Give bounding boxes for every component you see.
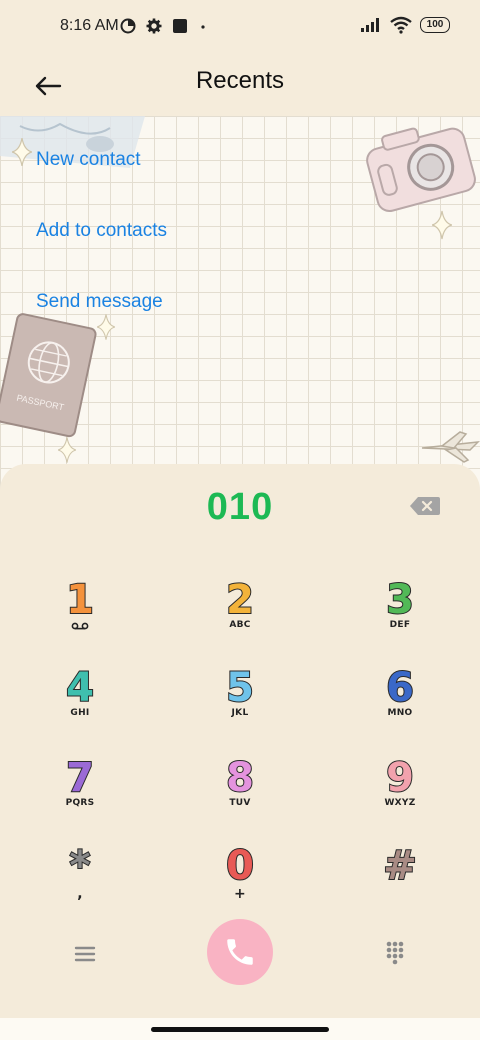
- key-letters: ,: [77, 886, 83, 902]
- key-digit: 0: [225, 843, 255, 889]
- airplane-decoration: [421, 431, 480, 463]
- key-digit: *: [69, 843, 92, 889]
- key-9[interactable]: 9 WXYZ: [345, 755, 455, 836]
- camera-decoration: [366, 127, 476, 213]
- phone-icon: [227, 939, 253, 965]
- battery-level: 100: [426, 19, 444, 30]
- key-digit: 2: [225, 577, 255, 623]
- key-letters: GHI: [70, 708, 90, 718]
- key-letters: +: [233, 886, 247, 902]
- key-letters: JKL: [231, 708, 249, 718]
- status-time: 8:16 AM: [60, 17, 119, 34]
- key-letters: PQRS: [65, 798, 95, 808]
- navigation-area: [0, 1018, 480, 1040]
- add-to-contacts-link[interactable]: Add to contacts: [36, 220, 167, 242]
- sparkle-decoration: [432, 210, 452, 240]
- key-letters: TUV: [229, 798, 251, 808]
- passport-decoration: PASSPORT: [0, 313, 97, 438]
- square-notification-icon: [173, 19, 187, 33]
- key-pound[interactable]: #: [345, 843, 455, 924]
- sparkle-decoration: [12, 138, 32, 166]
- sparkle-decoration: [97, 314, 115, 340]
- key-letters: ABC: [229, 620, 251, 630]
- key-0[interactable]: 0 +: [185, 843, 295, 924]
- key-6[interactable]: 6 MNO: [345, 665, 455, 746]
- key-digit: 8: [225, 755, 255, 801]
- dialpad-icon[interactable]: [378, 939, 412, 969]
- key-1[interactable]: 1: [25, 577, 135, 658]
- page-title: Recents: [195, 67, 285, 94]
- key-digit: 9: [385, 755, 415, 801]
- sparkle-decoration: [58, 437, 76, 463]
- key-3[interactable]: 3 DEF: [345, 577, 455, 658]
- dialed-number: 010: [206, 486, 274, 528]
- key-star[interactable]: *,: [25, 843, 135, 924]
- key-digit: 6: [385, 665, 415, 711]
- key-8[interactable]: 8 TUV: [185, 755, 295, 836]
- key-4[interactable]: 4 GHI: [25, 665, 135, 746]
- signal-icon: [361, 18, 379, 32]
- call-button[interactable]: [207, 919, 273, 985]
- status-notification-icons: [120, 18, 208, 34]
- dot-icon: [201, 25, 205, 29]
- settings-icon: [146, 18, 162, 34]
- key-5[interactable]: 5 JKL: [185, 665, 295, 746]
- status-system-icons: 100: [360, 16, 450, 34]
- voicemail-icon: [71, 622, 89, 630]
- key-digit: 5: [225, 665, 255, 711]
- key-digit: 7: [65, 755, 95, 801]
- key-digit: 1: [65, 577, 95, 623]
- key-7[interactable]: 7 PQRS: [25, 755, 135, 836]
- key-letters: DEF: [389, 620, 411, 630]
- backspace-icon[interactable]: [410, 496, 440, 516]
- key-digit: 4: [65, 665, 95, 711]
- dialer-bottom-bar: [0, 919, 480, 989]
- send-message-link[interactable]: Send message: [36, 291, 163, 313]
- key-letters: MNO: [387, 708, 413, 718]
- key-digit: 3: [385, 577, 415, 623]
- app-header: Recents: [0, 56, 480, 116]
- key-digit: #: [382, 843, 417, 889]
- recents-background: PASSPORT New contact Add to contacts Sen…: [0, 116, 480, 496]
- data-saver-icon: [120, 18, 136, 34]
- home-indicator[interactable]: [151, 1027, 329, 1032]
- new-contact-link[interactable]: New contact: [36, 149, 141, 171]
- key-letters: WXYZ: [384, 798, 416, 808]
- status-bar: 8:16 AM 100: [0, 0, 480, 56]
- dialer-panel: 010 1 2 ABC 3 DEF 4 GHI 5 JKL 6 MNO 7 PQRS 8 TUV 9 WXYZ *…: [0, 464, 480, 1040]
- battery-icon: 100: [420, 17, 450, 33]
- key-2[interactable]: 2 ABC: [185, 577, 295, 658]
- menu-icon[interactable]: [66, 941, 102, 967]
- wifi-icon: [390, 16, 412, 34]
